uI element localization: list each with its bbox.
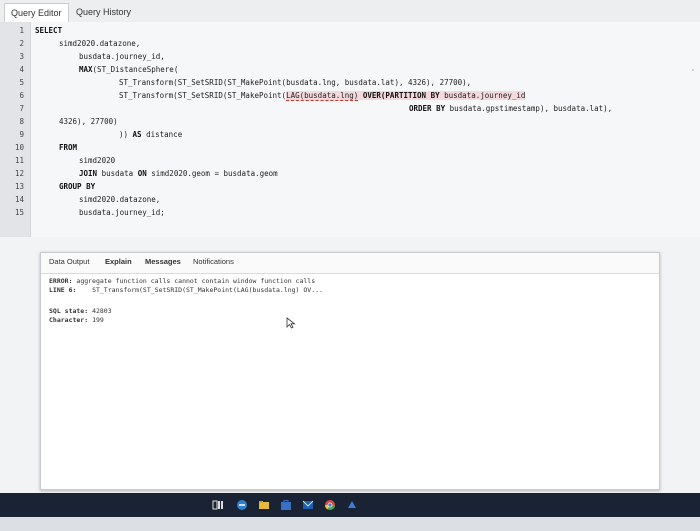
line-number: 11 [14, 156, 24, 165]
code-text: simd2020.geom = busdata.geom [146, 169, 278, 178]
code-text: busdata [97, 169, 138, 178]
sql-state: SQL state: 42803 [49, 307, 112, 315]
code-line-9: )) AS distance [119, 130, 182, 139]
character-label: Character: [49, 316, 89, 324]
code-line-11: simd2020 [79, 156, 116, 165]
task-view-icon[interactable] [212, 499, 224, 511]
code-line-12: JOIN busdata ON simd2020.geom = busdata.… [79, 169, 278, 178]
sqlstate-value: 42803 [92, 307, 112, 315]
code-line-5: ST_Transform(ST_SetSRID(ST_MakePoint(bus… [119, 78, 472, 87]
code-line-1: SELECT [35, 26, 63, 35]
code-line-8: 4326), 27700) [59, 117, 118, 126]
code-text: (ST_DistanceSphere( [92, 65, 179, 74]
error-text: aggregate function calls cannot contain … [76, 277, 316, 285]
line-number: 13 [14, 182, 24, 191]
code-line-7: ORDER BY busdata.gpstimestamp), busdata.… [409, 104, 612, 113]
code-line-6: ST_Transform(ST_SetSRID(ST_MakePoint(LAG… [119, 91, 526, 101]
sqlstate-label: SQL state: [49, 307, 89, 315]
code-line-2: simd2020.datazone, [59, 39, 141, 48]
line-number: 14 [14, 195, 24, 204]
keyword: ORDER BY [409, 104, 446, 113]
tab-notifications[interactable]: Notifications [193, 257, 234, 266]
mail-icon[interactable] [302, 499, 314, 511]
code-line-15: busdata.journey_id; [79, 208, 165, 217]
sql-editor[interactable]: SELECT simd2020.datazone, busdata.journe… [31, 22, 700, 237]
edge-browser-icon[interactable] [236, 499, 248, 511]
keyword: AS [132, 130, 142, 139]
keyword: MAX [79, 65, 93, 74]
code-line-3: busdata.journey_id, [79, 52, 165, 61]
mouse-cursor-icon [286, 317, 296, 329]
character-value: 199 [92, 316, 104, 324]
pgadmin-icon[interactable] [346, 499, 358, 511]
line-number: 12 [14, 169, 24, 178]
code-text: busdata.gpstimestamp), busdata.lat), [445, 104, 613, 113]
code-text: distance [141, 130, 183, 139]
store-icon[interactable] [280, 499, 292, 511]
code-line-4: MAX(ST_DistanceSphere( [79, 65, 178, 74]
file-explorer-icon[interactable] [258, 499, 270, 511]
line-number: 4 [19, 65, 24, 74]
line-number: 6 [19, 91, 24, 100]
scrollbar-marker[interactable]: ◦ [692, 67, 694, 74]
keyword: OVER(PARTITION BY [358, 91, 440, 100]
line-number: 3 [19, 52, 24, 61]
keyword: JOIN [79, 169, 98, 178]
tab-messages[interactable]: Messages [145, 257, 181, 266]
code-text: ST_Transform(ST_SetSRID(ST_MakePoint( [119, 91, 287, 100]
error-highlight: LAG(busdata.lng) [286, 91, 359, 101]
line-number: 5 [19, 78, 24, 87]
output-panel: Data Output Explain Messages Notificatio… [40, 252, 660, 490]
code-line-10: FROM [59, 143, 78, 152]
tab-explain[interactable]: Explain [105, 257, 132, 266]
line-label: LINE 6: [49, 286, 77, 294]
tab-query-editor[interactable]: Query Editor [4, 3, 69, 22]
monitor-bezel [0, 517, 700, 531]
code-text: )) [119, 130, 133, 139]
line-text: ST_Transform(ST_SetSRID(ST_MakePoint(LAG… [92, 286, 323, 294]
tab-data-output[interactable]: Data Output [49, 257, 89, 266]
line-number: 8 [19, 117, 24, 126]
code-line-13: GROUP BY [59, 182, 96, 191]
screen: Query Editor Query History 1 2 3 4 5 6 7… [0, 0, 700, 496]
line-number: 1 [19, 26, 24, 35]
code-text: busdata.journey_id [439, 91, 526, 100]
line-number-gutter: 1 2 3 4 5 6 7 8 9 10 11 12 13 14 15 [0, 22, 31, 237]
error-label: ERROR: [49, 277, 73, 285]
chrome-browser-icon[interactable] [324, 499, 336, 511]
line-number: 7 [19, 104, 24, 113]
line-number: 15 [14, 208, 24, 217]
tab-query-history[interactable]: Query History [70, 3, 137, 21]
code-line-14: simd2020.datazone, [79, 195, 161, 204]
error-message: ERROR: aggregate function calls cannot c… [49, 277, 315, 285]
editor-tab-bar: Query Editor Query History [0, 0, 700, 23]
line-number: 2 [19, 39, 24, 48]
taskbar [0, 493, 700, 517]
line-number: 9 [19, 130, 24, 139]
output-tab-bar: Data Output Explain Messages Notificatio… [41, 253, 659, 274]
error-line: LINE 6: ST_Transform(ST_SetSRID(ST_MakeP… [49, 286, 323, 294]
character-position: Character: 199 [49, 316, 104, 324]
keyword: ON [137, 169, 147, 178]
line-number: 10 [14, 143, 24, 152]
